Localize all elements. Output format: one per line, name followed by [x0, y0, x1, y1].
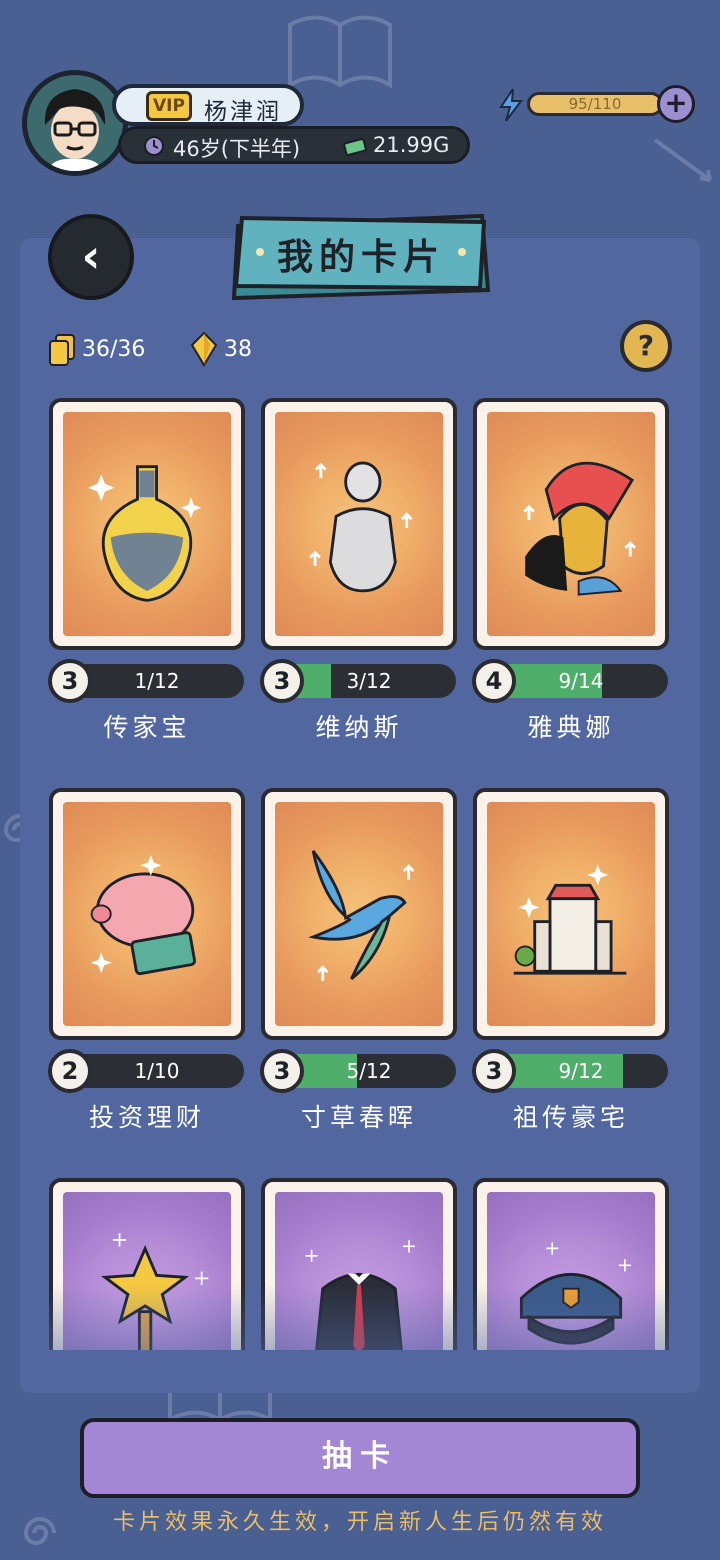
athena-helmet-icon [523, 461, 636, 596]
progress-text: 1/12 [134, 669, 180, 693]
help-icon: ? [637, 329, 655, 362]
progress-bar: 9/14 [494, 664, 668, 698]
progress-bar: 5/12 [282, 1054, 456, 1088]
card-level: 3 [472, 1049, 516, 1093]
card-heirloom[interactable] [49, 398, 245, 650]
help-button[interactable]: ? [620, 320, 672, 372]
progress-text: 5/12 [346, 1059, 392, 1083]
page-title: 我的卡片 [276, 236, 445, 278]
svg-text:+: + [304, 1244, 320, 1267]
title-banner: 我的卡片 [232, 208, 490, 304]
venus-statue-icon [309, 461, 413, 593]
svg-text:+: + [617, 1254, 633, 1277]
stack-of-cards-icon [48, 333, 76, 373]
progress-bar: 3/12 [282, 664, 456, 698]
energy-meter: 95/110 + [497, 85, 697, 125]
card-name: 传家宝 [103, 713, 191, 742]
progress-bar: 1/12 [70, 664, 244, 698]
gem-count-text: 38 [224, 337, 252, 362]
scroll-fade [20, 1285, 700, 1360]
card-level: 3 [48, 659, 92, 703]
card-gratitude[interactable] [261, 788, 457, 1040]
svg-text:+: + [111, 1228, 129, 1252]
svg-text:+: + [401, 1234, 417, 1257]
card-name: 祖传豪宅 [512, 1103, 629, 1132]
card-name: 寸草春晖 [300, 1103, 417, 1132]
card-athena[interactable] [473, 398, 669, 650]
add-energy-button[interactable]: + [657, 85, 695, 123]
player-name-pill: VIP 杨津润 [112, 84, 304, 126]
piggy-bank-icon [90, 854, 197, 976]
vase-icon [87, 465, 202, 602]
money-icon [343, 135, 369, 162]
progress-bar: 9/12 [494, 1054, 668, 1088]
clock-icon [143, 135, 165, 162]
lightning-icon [497, 87, 525, 127]
progress-text: 9/12 [558, 1059, 604, 1083]
avatar[interactable] [22, 70, 128, 176]
money-text: 21.99G [373, 133, 450, 157]
card-level: 4 [472, 659, 516, 703]
card-name: 投资理财 [88, 1103, 205, 1132]
avatar-portrait [27, 75, 123, 171]
footer-note: 卡片效果永久生效，开启新人生后仍然有效 [112, 1510, 607, 1535]
card-venus[interactable] [261, 398, 457, 650]
card-investment[interactable] [49, 788, 245, 1040]
progress-text: 9/14 [558, 669, 604, 693]
progress-text: 3/12 [346, 669, 392, 693]
vip-badge: VIP [146, 91, 192, 121]
energy-bar: 95/110 [527, 92, 663, 116]
card-level: 3 [260, 659, 304, 703]
mansion-icon [513, 864, 627, 975]
card-mansion[interactable] [473, 788, 669, 1040]
gem-icon [190, 331, 218, 373]
card-name: 维纳斯 [315, 713, 403, 742]
card-level: 2 [48, 1049, 92, 1093]
card-name: 雅典娜 [527, 713, 615, 742]
draw-card-button[interactable]: 抽卡 [80, 1418, 640, 1498]
player-stats: 46岁(下半年) 21.99G [118, 126, 470, 164]
back-arrow-icon: ‹ [81, 229, 101, 283]
age-text: 46岁(下半年) [173, 137, 301, 161]
card-count-text: 36/36 [82, 337, 146, 362]
back-button[interactable]: ‹ [48, 214, 134, 300]
card-level: 3 [260, 1049, 304, 1093]
book-doodle [288, 15, 392, 89]
player-name: 杨津润 [204, 99, 282, 125]
bird-icon [308, 850, 415, 981]
progress-text: 1/10 [134, 1059, 180, 1083]
progress-bar: 1/10 [70, 1054, 244, 1088]
plus-icon: + [664, 86, 688, 119]
svg-text:+: + [544, 1236, 560, 1259]
pencil-doodle [653, 138, 712, 182]
